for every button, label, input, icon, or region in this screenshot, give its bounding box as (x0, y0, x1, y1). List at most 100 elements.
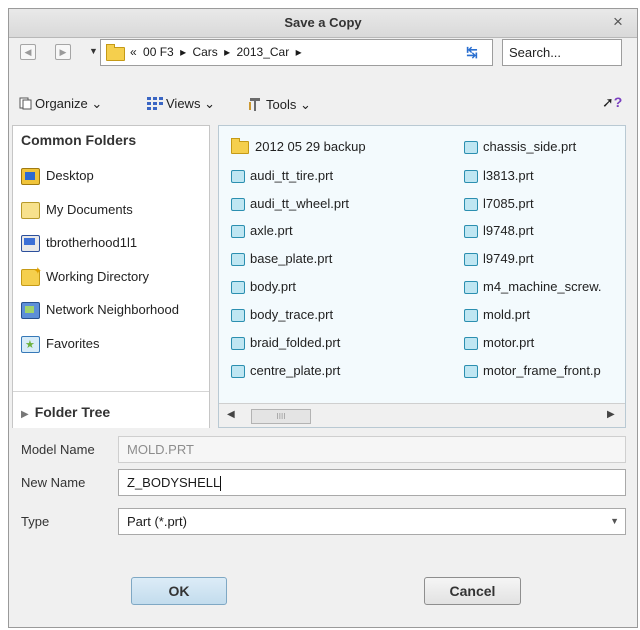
type-select[interactable]: Part (*.prt) ▼ (118, 508, 626, 535)
list-item[interactable]: l9749.prt (464, 251, 534, 267)
list-item[interactable]: audi_tt_wheel.prt (231, 196, 350, 212)
part-file-icon (231, 170, 245, 184)
file-name: body.prt (250, 279, 297, 294)
sidebar-item-label: Network Neighborhood (46, 302, 179, 317)
dialog-title: Save a Copy (284, 15, 362, 30)
chevron-down-icon: ⌄ (299, 96, 311, 112)
list-item[interactable]: audi_tt_tire.prt (231, 168, 333, 184)
sidebar-item-label: Working Directory (46, 269, 150, 284)
list-item[interactable]: axle.prt (231, 223, 293, 239)
folder-tree-toggle[interactable]: ▶ Folder Tree (13, 391, 209, 428)
search-input[interactable]: Search... (502, 39, 622, 66)
breadcrumb-separator[interactable]: ▸ (296, 45, 302, 59)
sidebar-item-label: tbrotherhood1l1 (46, 235, 138, 250)
cancel-button[interactable]: Cancel (424, 577, 521, 605)
refresh-icon[interactable]: ↹ (466, 44, 478, 61)
breadcrumb-separator[interactable]: ▸ (180, 45, 186, 59)
list-item[interactable]: centre_plate.prt (231, 363, 341, 379)
organize-icon (19, 97, 32, 113)
breadcrumb-item-2013-car[interactable]: 2013_Car (237, 45, 290, 59)
part-file-icon (464, 337, 478, 351)
file-name: m4_machine_screw. (483, 279, 602, 294)
list-item-folder[interactable]: 2012 05 29 backup (231, 138, 366, 155)
list-item[interactable]: mold.prt (464, 307, 530, 323)
scrollbar-thumb[interactable]: IIII (251, 409, 311, 424)
chevron-down-icon[interactable]: ▼ (610, 516, 619, 526)
list-item[interactable]: base_plate.prt (231, 251, 333, 267)
breadcrumb-separator[interactable]: ▸ (224, 45, 230, 59)
tools-label: Tools (266, 96, 297, 112)
organize-menu[interactable]: Organize ⌄ (19, 96, 102, 113)
file-name: l9748.prt (483, 223, 534, 238)
file-name: l7085.prt (483, 196, 534, 211)
tools-icon (247, 96, 263, 115)
part-file-icon (231, 198, 245, 212)
folder-icon (106, 44, 125, 61)
folder-tree-label: Folder Tree (34, 404, 111, 420)
sidebar-item-desktop[interactable]: Desktop (21, 168, 94, 186)
part-file-icon (231, 253, 245, 267)
back-arrow-icon[interactable]: ◀ (20, 44, 36, 60)
list-item[interactable]: m4_machine_screw. (464, 279, 602, 295)
history-dropdown-icon[interactable]: ▼ (89, 46, 98, 56)
breadcrumb-overflow[interactable]: « (130, 45, 137, 59)
chevron-down-icon: ⌄ (91, 96, 103, 111)
sidebar-item-working-directory[interactable]: ✦ Working Directory (21, 266, 150, 287)
file-name: base_plate.prt (250, 251, 333, 266)
part-file-icon (464, 225, 478, 239)
list-item[interactable]: motor_frame_front.p (464, 363, 601, 379)
list-item[interactable]: motor.prt (464, 335, 534, 351)
part-file-icon (464, 141, 478, 155)
file-name: audi_tt_wheel.prt (250, 196, 350, 211)
chevron-down-icon: ⌄ (204, 96, 215, 111)
part-file-icon (231, 281, 245, 295)
address-bar[interactable]: « 00 F3 ▸ Cars ▸ 2013_Car ▸ ▼ (100, 39, 563, 66)
part-file-icon (231, 337, 245, 351)
file-list: 2012 05 29 backup audi_tt_tire.prt audi_… (218, 125, 626, 428)
file-name: l9749.prt (483, 251, 534, 266)
breadcrumb-item-cars[interactable]: Cars (192, 45, 217, 59)
views-menu[interactable]: Views ⌄ (147, 96, 215, 113)
text-caret (220, 476, 222, 492)
file-name: motor_frame_front.p (483, 363, 601, 378)
list-item[interactable]: braid_folded.prt (231, 335, 341, 351)
help-pointer-icon[interactable]: ➚? (602, 94, 622, 111)
close-icon[interactable]: × (609, 12, 627, 32)
breadcrumb: « 00 F3 ▸ Cars ▸ 2013_Car ▸ (130, 45, 305, 59)
tools-menu[interactable]: Tools ⌄ (247, 96, 311, 115)
list-item[interactable]: body_trace.prt (231, 307, 334, 323)
list-item[interactable]: chassis_side.prt (464, 139, 576, 155)
part-file-icon (231, 309, 245, 323)
sidebar-item-favorites[interactable]: ★ Favorites (21, 336, 99, 354)
file-name: braid_folded.prt (250, 335, 341, 350)
working-directory-icon: ✦ (21, 266, 42, 287)
list-item[interactable]: l7085.prt (464, 196, 534, 212)
file-name: axle.prt (250, 223, 293, 238)
scroll-left-icon[interactable]: ◀ (227, 409, 235, 420)
file-name: 2012 05 29 backup (255, 139, 366, 154)
sidebar-item-computer[interactable]: tbrotherhood1l1 (21, 235, 138, 253)
ok-button[interactable]: OK (131, 577, 227, 605)
type-label: Type (21, 514, 50, 529)
scroll-right-icon[interactable]: ▶ (607, 409, 615, 420)
type-value: Part (*.prt) (127, 514, 187, 529)
views-label: Views (166, 96, 201, 111)
file-name: centre_plate.prt (250, 363, 341, 378)
list-item[interactable]: l3813.prt (464, 168, 534, 184)
my-documents-icon (21, 202, 40, 220)
part-file-icon (464, 281, 478, 295)
list-item[interactable]: body.prt (231, 279, 297, 295)
sidebar-item-label: My Documents (46, 202, 133, 217)
forward-arrow-icon[interactable]: ▶ (55, 44, 71, 60)
file-name: mold.prt (483, 307, 530, 322)
breadcrumb-item-00-f3[interactable]: 00 F3 (143, 45, 174, 59)
horizontal-scrollbar[interactable]: ◀ IIII ▶ (219, 403, 625, 427)
sidebar-item-network-neighborhood[interactable]: Network Neighborhood (21, 302, 179, 320)
new-name-field[interactable]: Z_BODYSHELL (118, 469, 626, 496)
new-name-label: New Name (21, 475, 86, 490)
part-file-icon (464, 170, 478, 184)
file-name: body_trace.prt (250, 307, 334, 322)
list-item[interactable]: l9748.prt (464, 223, 534, 239)
part-file-icon (464, 253, 478, 267)
sidebar-item-my-documents[interactable]: My Documents (21, 202, 133, 220)
